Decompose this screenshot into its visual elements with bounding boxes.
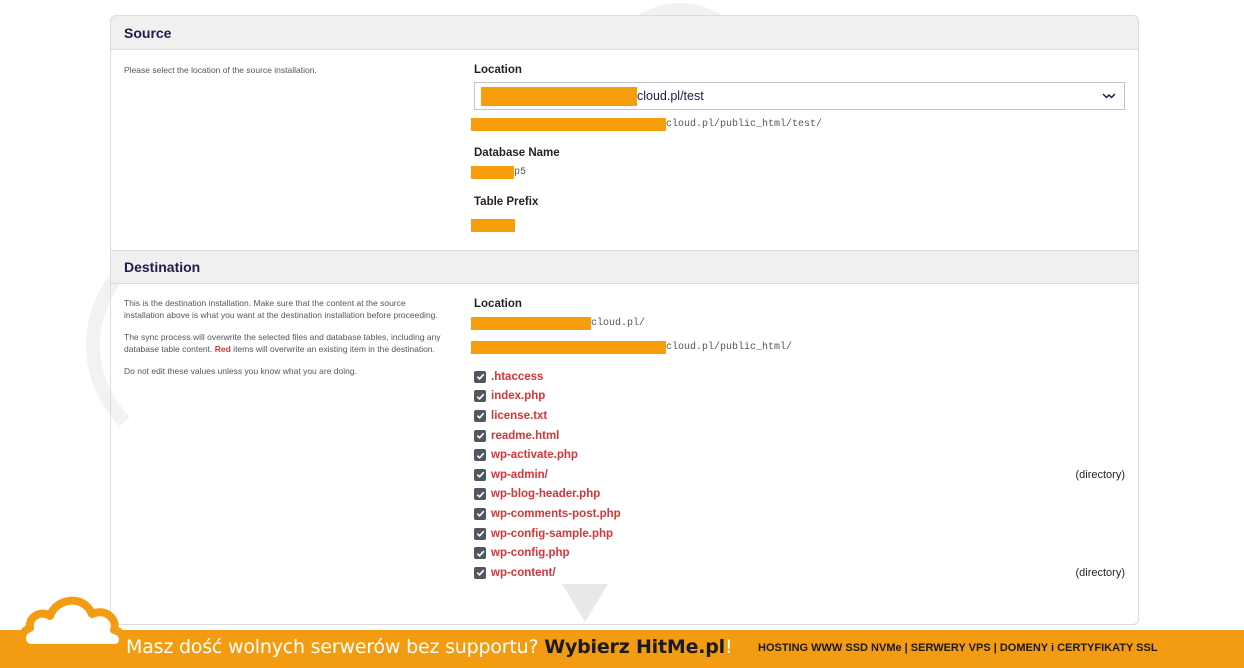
- banner-slogan-text: Masz dość wolnych serwerów bez supportu?: [126, 636, 545, 658]
- destination-desc-paragraph-2: The sync process will overwrite the sele…: [124, 332, 442, 355]
- checkmark-icon: [476, 452, 484, 459]
- cloud-icon: [18, 596, 127, 652]
- redacted-block: [471, 219, 515, 233]
- checkbox[interactable]: [474, 527, 486, 540]
- checkbox[interactable]: [474, 507, 486, 520]
- banner-services: HOSTING WWW SSD NVMe | SERWERY VPS | DOM…: [758, 642, 1158, 654]
- file-list: .htaccess index.php license.txt readme.html…: [474, 367, 1125, 583]
- file-row: wp-config.php: [474, 543, 1125, 563]
- destination-desc-paragraph-1: This is the destination installation. Ma…: [124, 298, 438, 320]
- file-name: readme.html: [491, 429, 560, 442]
- banner-brand: Wybierz HitMe.pl: [544, 636, 725, 658]
- file-name: index.php: [491, 390, 546, 403]
- red-keyword: Red: [214, 343, 231, 354]
- file-type: (directory): [1075, 468, 1125, 481]
- checkmark-icon: [476, 550, 484, 557]
- file-name: wp-config.php: [491, 547, 570, 560]
- checkbox[interactable]: [474, 547, 486, 560]
- destination-location-label: Location: [474, 298, 522, 310]
- banner-slogan[interactable]: Masz dość wolnych serwerów bez supportu?…: [126, 636, 733, 658]
- file-row: readme.html: [474, 426, 1125, 446]
- file-row: wp-comments-post.php: [474, 504, 1125, 524]
- banner-slogan-end: !: [725, 636, 733, 658]
- file-name: wp-config-sample.php: [491, 527, 614, 540]
- file-name: license.txt: [491, 409, 548, 422]
- checkbox[interactable]: [474, 488, 486, 501]
- checkmark-icon: [476, 393, 484, 400]
- source-description: Please select the location of the source…: [124, 65, 317, 75]
- file-row: index.php: [474, 387, 1125, 407]
- checkmark-icon: [476, 511, 484, 518]
- redacted-block: [471, 118, 666, 131]
- file-row: wp-admin/ (directory): [474, 465, 1125, 485]
- chevron-down-icon: [1102, 93, 1116, 99]
- checkbox[interactable]: [474, 468, 486, 481]
- checkmark-icon: [476, 413, 484, 420]
- file-name: wp-blog-header.php: [491, 488, 601, 501]
- checkmark-icon: [476, 432, 484, 440]
- file-row: wp-config-sample.php: [474, 524, 1125, 544]
- destination-location-path: cloud.pl/public_html/: [666, 342, 793, 353]
- file-row: wp-content/ (directory): [474, 563, 1125, 583]
- table-prefix-row: [471, 217, 1125, 235]
- source-heading: Source: [111, 16, 1138, 50]
- source-location-select[interactable]: cloud.pl/test: [474, 82, 1125, 110]
- file-row: wp-activate.php: [474, 445, 1125, 465]
- database-name-row: p5: [471, 166, 1125, 179]
- sync-panel: Source Please select the location of the…: [110, 15, 1139, 625]
- destination-path-row: cloud.pl/public_html/: [471, 341, 1125, 354]
- checkbox[interactable]: [474, 429, 486, 442]
- redacted-block: [471, 166, 514, 179]
- database-name-label: Database Name: [474, 147, 560, 159]
- checkmark-icon: [476, 530, 484, 538]
- source-section: Please select the location of the source…: [111, 50, 1138, 250]
- destination-section: This is the destination installation. Ma…: [111, 284, 1138, 614]
- checkmark-icon: [476, 569, 484, 577]
- file-row: .htaccess: [474, 367, 1125, 387]
- destination-description: This is the destination installation. Ma…: [124, 298, 442, 389]
- file-type: (directory): [1075, 566, 1125, 579]
- destination-desc-text: items will overwrite an existing item in…: [230, 343, 435, 354]
- checkbox[interactable]: [474, 449, 486, 462]
- file-name: wp-content/: [491, 566, 556, 579]
- destination-desc-paragraph-3: Do not edit these values unless you know…: [124, 366, 357, 376]
- redacted-block: [471, 341, 666, 354]
- checkbox[interactable]: [474, 566, 486, 579]
- redacted-block: [481, 86, 637, 106]
- file-name: wp-comments-post.php: [491, 507, 621, 520]
- file-row: license.txt: [474, 406, 1125, 426]
- file-name: wp-activate.php: [491, 449, 578, 462]
- source-fields: Location cloud.pl/test cloud.pl/public_h…: [471, 64, 1125, 235]
- checkbox[interactable]: [474, 370, 486, 383]
- destination-url-row: cloud.pl/: [471, 317, 1125, 330]
- destination-fields: Location cloud.pl/ cloud.pl/public_html/…: [471, 298, 1125, 583]
- source-path-row: cloud.pl/public_html/test/: [471, 118, 1125, 131]
- database-name-value: p5: [514, 167, 527, 178]
- scroll-arrow-icon: [562, 584, 608, 622]
- redacted-block: [471, 317, 591, 330]
- file-row: wp-blog-header.php: [474, 485, 1125, 505]
- destination-heading: Destination: [111, 250, 1138, 284]
- source-location-label: Location: [474, 64, 522, 76]
- checkmark-icon: [476, 491, 484, 498]
- file-name: wp-admin/: [491, 468, 548, 481]
- checkmark-icon: [476, 373, 484, 381]
- table-prefix-label: Table Prefix: [474, 196, 539, 208]
- destination-location-url: cloud.pl/: [591, 318, 646, 329]
- page: Source Please select the location of the…: [0, 0, 1244, 668]
- checkbox[interactable]: [474, 409, 486, 422]
- source-location-path: cloud.pl/public_html/test/: [666, 119, 823, 130]
- checkbox[interactable]: [474, 390, 486, 403]
- source-location-select-value: cloud.pl/test: [637, 89, 704, 103]
- checkmark-icon: [476, 471, 484, 479]
- file-name: .htaccess: [491, 370, 544, 383]
